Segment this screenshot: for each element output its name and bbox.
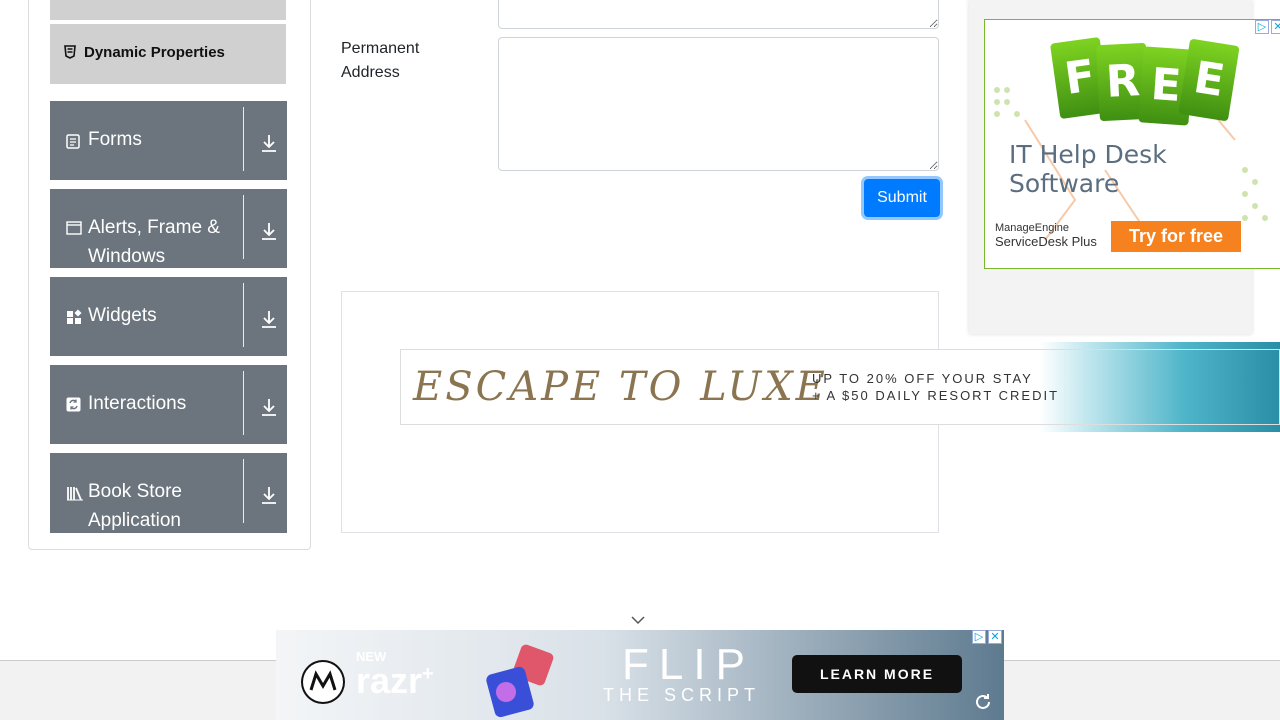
download-icon[interactable]	[260, 397, 278, 417]
replay-icon[interactable]	[973, 692, 993, 717]
divider	[243, 107, 244, 171]
group-label: Interactions	[88, 393, 187, 414]
close-icon[interactable]: ✕	[1271, 20, 1280, 34]
sidebar-group-alerts[interactable]: Alerts, Frame & Windows	[50, 189, 287, 269]
permanent-address-textarea[interactable]	[498, 37, 939, 171]
luxe-offer-line-2: + A $50 DAILY RESORT CREDIT	[812, 388, 1060, 403]
adchoices-icon[interactable]: ▷	[1255, 20, 1269, 34]
download-icon[interactable]	[260, 309, 278, 329]
ad-headline: IT Help Desk Software	[1009, 140, 1167, 198]
bottom-ad-banner[interactable]: NEW razr+ FLIP THE SCRIPT LEARN MORE ▷ ✕	[276, 630, 1004, 720]
motorola-logo-icon	[301, 660, 345, 704]
interactions-icon	[66, 397, 82, 413]
phone-image	[476, 640, 576, 720]
sidebar-item-dynamic-properties[interactable]: Dynamic Properties	[50, 24, 286, 84]
ad-product-name: ServiceDesk Plus	[995, 234, 1097, 249]
divider	[243, 283, 244, 347]
luxe-ad-banner[interactable]: ESCAPE TO LUXE UP TO 20% OFF YOUR STAY +…	[400, 349, 1280, 425]
sidebar-group-interactions[interactable]: Interactions	[50, 365, 287, 445]
group-label: Widgets	[88, 305, 157, 326]
books-icon	[66, 485, 83, 501]
close-icon[interactable]: ✕	[988, 630, 1002, 644]
submit-button[interactable]: Submit	[864, 179, 940, 217]
sidebar-group-book-store[interactable]: Book Store Application	[50, 453, 287, 533]
ad-title: FLIP	[622, 640, 755, 689]
current-address-textarea[interactable]	[498, 0, 939, 29]
razr-brand-text: razr	[356, 660, 423, 701]
razr-brand: razr+	[356, 660, 434, 702]
luxe-headline: ESCAPE TO LUXE	[413, 364, 828, 410]
learn-more-button[interactable]: LEARN MORE	[792, 655, 962, 693]
group-label: Forms	[88, 129, 142, 150]
shield-icon	[64, 45, 76, 63]
sidebar-subitem-partial[interactable]	[50, 0, 286, 20]
manageengine-logo: ManageEngine	[995, 222, 1070, 234]
form-icon	[66, 134, 82, 150]
permanent-address-label: Permanent Address	[341, 40, 420, 81]
download-icon[interactable]	[260, 221, 278, 241]
try-for-free-button[interactable]: Try for free	[1111, 221, 1241, 252]
sidebar-item-label: Dynamic Properties	[84, 44, 225, 61]
ad-subtitle: THE SCRIPT	[603, 685, 761, 705]
adchoices-icon[interactable]: ▷	[972, 630, 986, 644]
sidebar-group-widgets[interactable]: Widgets	[50, 277, 287, 357]
group-label: Book Store Application	[88, 481, 182, 531]
window-icon	[66, 221, 82, 237]
download-icon[interactable]	[260, 133, 278, 153]
widgets-icon	[66, 309, 82, 325]
luxe-offer-line-1: UP TO 20% OFF YOUR STAY	[812, 371, 1033, 386]
chevron-down-icon[interactable]	[631, 612, 645, 625]
divider	[243, 459, 244, 523]
group-label: Alerts, Frame & Windows	[88, 217, 220, 267]
divider	[243, 371, 244, 435]
divider	[243, 195, 244, 259]
right-ad-banner[interactable]: F R E E IT Help Desk Software ManageEngi…	[984, 19, 1280, 269]
sidebar-group-forms[interactable]: Forms	[50, 101, 287, 181]
razr-plus: +	[422, 663, 434, 685]
download-icon[interactable]	[260, 485, 278, 505]
